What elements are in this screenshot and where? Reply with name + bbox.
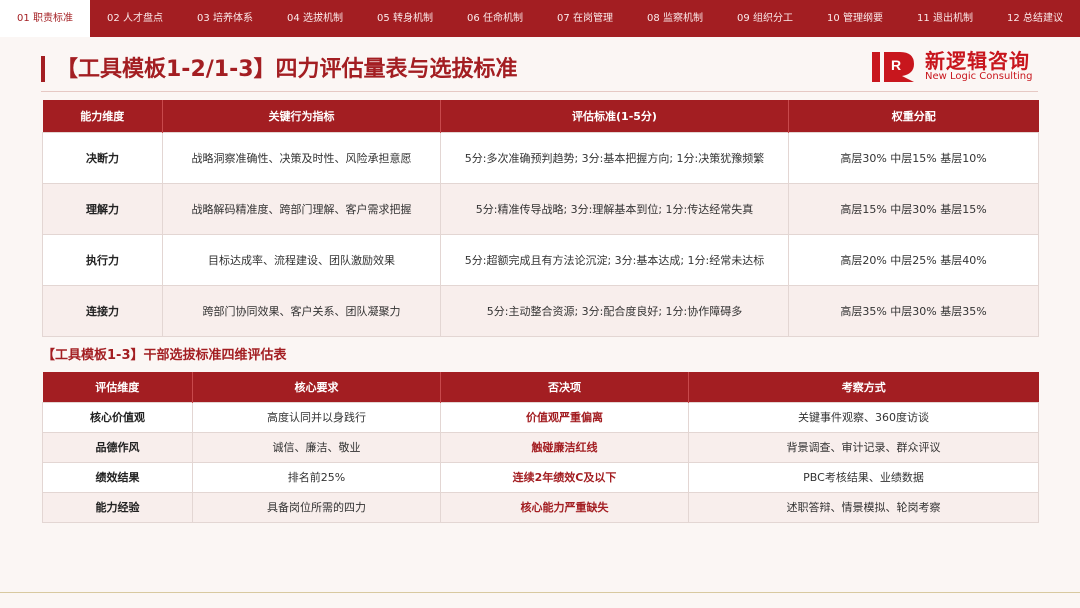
cell-requirement: 诚信、廉洁、敬业 <box>192 431 441 463</box>
tab-01[interactable]: 01 职责标准 <box>0 0 90 37</box>
cell-weight: 高层20% 中层25% 基层40% <box>788 233 1039 286</box>
cell-dimension: 理解力 <box>42 182 163 235</box>
header-veto: 否决项 <box>440 372 689 402</box>
cell-weight: 高层15% 中层30% 基层15% <box>788 182 1039 235</box>
tab-08[interactable]: 08 监察机制 <box>630 0 720 37</box>
cell-method: 关键事件观察、360度访谈 <box>688 401 1039 433</box>
header-method: 考察方式 <box>688 372 1039 402</box>
section-subtitle: 【工具模板1-3】干部选拔标准四维评估表 <box>42 348 287 363</box>
header-dimension: 能力维度 <box>42 100 163 132</box>
table-row: 核心价值观 高度认同并以身践行 价值观严重偏离 关键事件观察、360度访谈 <box>42 401 1039 433</box>
cell-indicators: 战略洞察准确性、决策及时性、风险承担意愿 <box>162 131 441 184</box>
logo-name-cn: 新逻辑咨询 <box>925 49 1030 73</box>
table-row: 绩效结果 排名前25% 连续2年绩效C及以下 PBC考核结果、业绩数据 <box>42 461 1039 493</box>
tab-02[interactable]: 02 人才盘点 <box>90 0 180 37</box>
cell-veto: 连续2年绩效C及以下 <box>440 461 689 493</box>
tab-03[interactable]: 03 培养体系 <box>180 0 270 37</box>
four-power-assessment-table: 能力维度 关键行为指标 评估标准(1-5分) 权重分配 决断力 战略洞察准确性、… <box>42 100 1039 337</box>
table-row: 能力经验 具备岗位所需的四力 核心能力严重缺失 述职答辩、情景模拟、轮岗考察 <box>42 491 1039 523</box>
cell-veto: 触碰廉洁红线 <box>440 431 689 463</box>
cadre-selection-table: 评估维度 核心要求 否决项 考察方式 核心价值观 高度认同并以身践行 价值观严重… <box>42 372 1039 523</box>
title-divider <box>41 91 1038 92</box>
table-header-row: 能力维度 关键行为指标 评估标准(1-5分) 权重分配 <box>42 100 1039 132</box>
cell-dimension: 绩效结果 <box>42 461 193 493</box>
logo-mark-icon: R <box>872 52 914 82</box>
tab-07[interactable]: 07 在岗管理 <box>540 0 630 37</box>
page-title: 【工具模板1-2/1-3】四力评估量表与选拔标准 <box>56 57 518 82</box>
cell-dimension: 核心价值观 <box>42 401 193 433</box>
cell-standard: 5分:主动整合资源; 3分:配合度良好; 1分:协作障碍多 <box>440 284 789 337</box>
cell-method: 背景调查、审计记录、群众评议 <box>688 431 1039 463</box>
table-header-row: 评估维度 核心要求 否决项 考察方式 <box>42 372 1039 402</box>
tab-04[interactable]: 04 选拔机制 <box>270 0 360 37</box>
tab-10[interactable]: 10 管理纲要 <box>810 0 900 37</box>
cell-indicators: 战略解码精准度、跨部门理解、客户需求把握 <box>162 182 441 235</box>
cell-standard: 5分:多次准确预判趋势; 3分:基本把握方向; 1分:决策犹豫频繁 <box>440 131 789 184</box>
cell-dimension: 品德作风 <box>42 431 193 463</box>
section-tab-bar: 01 职责标准 02 人才盘点 03 培养体系 04 选拔机制 05 转身机制 … <box>0 0 1080 37</box>
svg-text:R: R <box>891 57 901 73</box>
cell-dimension: 连接力 <box>42 284 163 337</box>
table-row: 品德作风 诚信、廉洁、敬业 触碰廉洁红线 背景调查、审计记录、群众评议 <box>42 431 1039 463</box>
cell-requirement: 高度认同并以身践行 <box>192 401 441 433</box>
cell-veto: 价值观严重偏离 <box>440 401 689 433</box>
cell-dimension: 决断力 <box>42 131 163 184</box>
tab-09[interactable]: 09 组织分工 <box>720 0 810 37</box>
cell-method: PBC考核结果、业绩数据 <box>688 461 1039 493</box>
header-standard: 评估标准(1-5分) <box>440 100 789 132</box>
footer-divider <box>0 592 1080 593</box>
title-accent-bar <box>41 56 45 82</box>
cell-standard: 5分:超额完成且有方法论沉淀; 3分:基本达成; 1分:经常未达标 <box>440 233 789 286</box>
header-dimension: 评估维度 <box>42 372 193 402</box>
cell-weight: 高层30% 中层15% 基层10% <box>788 131 1039 184</box>
cell-veto: 核心能力严重缺失 <box>440 491 689 523</box>
cell-standard: 5分:精准传导战略; 3分:理解基本到位; 1分:传达经常失真 <box>440 182 789 235</box>
table-row: 连接力 跨部门协同效果、客户关系、团队凝聚力 5分:主动整合资源; 3分:配合度… <box>42 284 1039 337</box>
cell-method: 述职答辩、情景模拟、轮岗考察 <box>688 491 1039 523</box>
cell-dimension: 执行力 <box>42 233 163 286</box>
cell-indicators: 目标达成率、流程建设、团队激励效果 <box>162 233 441 286</box>
header-indicators: 关键行为指标 <box>162 100 441 132</box>
cell-requirement: 具备岗位所需的四力 <box>192 491 441 523</box>
cell-indicators: 跨部门协同效果、客户关系、团队凝聚力 <box>162 284 441 337</box>
company-logo: R 新逻辑咨询 New Logic Consulting <box>870 44 1040 86</box>
table-row: 理解力 战略解码精准度、跨部门理解、客户需求把握 5分:精准传导战略; 3分:理… <box>42 182 1039 235</box>
cell-dimension: 能力经验 <box>42 491 193 523</box>
cell-weight: 高层35% 中层30% 基层35% <box>788 284 1039 337</box>
tab-05[interactable]: 05 转身机制 <box>360 0 450 37</box>
header-weight: 权重分配 <box>788 100 1039 132</box>
tab-06[interactable]: 06 任命机制 <box>450 0 540 37</box>
table-row: 决断力 战略洞察准确性、决策及时性、风险承担意愿 5分:多次准确预判趋势; 3分… <box>42 131 1039 184</box>
header-requirement: 核心要求 <box>192 372 441 402</box>
table-row: 执行力 目标达成率、流程建设、团队激励效果 5分:超额完成且有方法论沉淀; 3分… <box>42 233 1039 286</box>
cell-requirement: 排名前25% <box>192 461 441 493</box>
tab-11[interactable]: 11 退出机制 <box>900 0 990 37</box>
logo-name-en: New Logic Consulting <box>925 71 1033 82</box>
tab-12[interactable]: 12 总结建议 <box>990 0 1080 37</box>
